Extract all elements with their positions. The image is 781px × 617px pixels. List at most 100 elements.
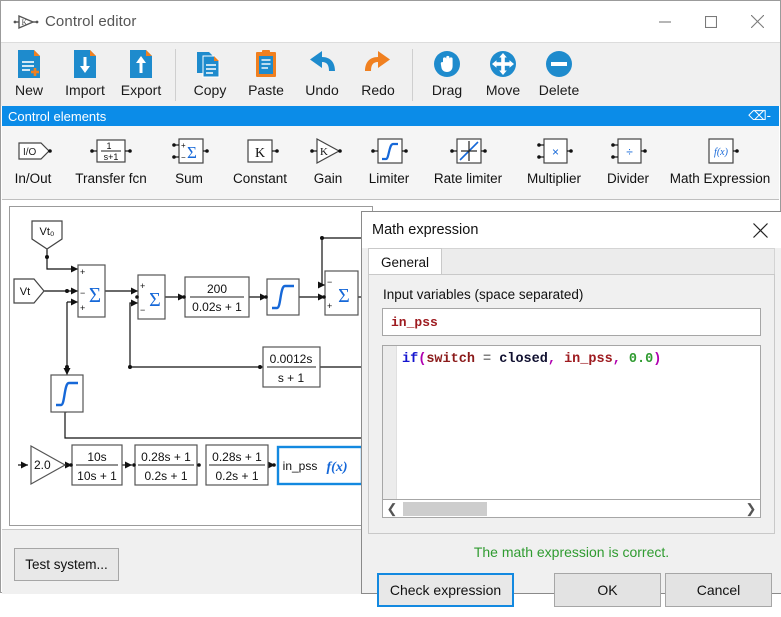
editor-horizontal-scrollbar[interactable]: ❮ ❯ <box>382 500 761 518</box>
svg-text:Vt₀: Vt₀ <box>40 226 55 238</box>
math-expression-block-selected: in_pss f(x) <box>276 445 364 486</box>
ok-button[interactable]: OK <box>554 573 661 607</box>
limiter-block-icon <box>363 131 415 171</box>
chevron-right-icon[interactable]: ❯ <box>742 501 760 517</box>
svg-text:×: × <box>552 145 559 159</box>
expression-editor[interactable]: if(switch = closed, in_pss, 0.0) <box>382 345 761 500</box>
sum-block-1: Σ + − + <box>77 264 106 318</box>
paste-button[interactable]: Paste <box>238 47 294 98</box>
palette-item-transfer-fcn[interactable]: 1 s+1 Transfer fcn <box>64 126 158 186</box>
palette-item-multiplier[interactable]: × Multiplier <box>514 126 594 186</box>
control-elements-header: Control elements ⌫‑ <box>2 106 779 126</box>
new-button[interactable]: New <box>1 47 57 98</box>
chevron-left-icon[interactable]: ❮ <box>383 501 401 517</box>
limiter-block-1 <box>266 278 300 316</box>
svg-text:0.0012s: 0.0012s <box>270 352 313 366</box>
copy-icon <box>194 47 226 81</box>
transfer-function-icon: 1 s+1 <box>83 131 139 171</box>
sum-block-2: Σ + − <box>137 274 166 320</box>
minimize-button[interactable] <box>642 1 688 42</box>
check-expression-button[interactable]: Check expression <box>377 573 514 607</box>
paste-label: Paste <box>248 82 284 98</box>
code-token-9: in_pss <box>564 352 613 367</box>
main-toolbar: New Import Export Copy Paste Undo Redo D… <box>1 42 780 106</box>
dialog-close-button[interactable] <box>739 212 781 248</box>
palette-item-math-expression[interactable]: f(x) Math Expression <box>662 126 778 186</box>
palette-item-gain[interactable]: K Gain <box>300 126 356 186</box>
block-diagram-canvas[interactable]: Vt₀ Vt Σ + − + Σ + − 200 0.02s + 1 Σ − +… <box>9 206 373 526</box>
code-token-8 <box>556 352 564 367</box>
delete-button[interactable]: Delete <box>531 47 587 98</box>
undo-arrow-icon <box>306 47 338 81</box>
delete-label: Delete <box>538 82 580 98</box>
palette-item-limiter[interactable]: Limiter <box>356 126 422 186</box>
test-system-button[interactable]: Test system... <box>14 548 119 581</box>
import-button[interactable]: Import <box>57 47 113 98</box>
drag-label: Drag <box>431 82 463 98</box>
export-button[interactable]: Export <box>113 47 169 98</box>
palette-label-constant: Constant <box>232 171 288 186</box>
washout-block: 10s 10s + 1 <box>71 444 123 486</box>
palette-item-rate-limiter[interactable]: Rate limiter <box>422 126 514 186</box>
math-expression-icon: f(x) <box>694 131 746 171</box>
svg-text:+: + <box>181 141 186 150</box>
svg-text:÷: ÷ <box>626 145 633 159</box>
copy-button[interactable]: Copy <box>182 47 238 98</box>
svg-text:+: + <box>140 281 145 291</box>
svg-text:0.02s + 1: 0.02s + 1 <box>192 300 242 314</box>
palette-item-constant[interactable]: K Constant <box>220 126 300 186</box>
svg-text:s+1: s+1 <box>104 152 119 162</box>
redo-arrow-icon <box>362 47 394 81</box>
gain-block: 2.0 <box>30 444 67 486</box>
svg-text:200: 200 <box>207 282 227 296</box>
svg-text:0.2s + 1: 0.2s + 1 <box>144 469 187 483</box>
block-diagram-svg: Vt₀ Vt Σ + − + Σ + − 200 0.02s + 1 Σ − +… <box>13 220 372 486</box>
expression-code-line: if(switch = closed, in_pss, 0.0) <box>402 352 661 367</box>
code-token-7: , <box>547 352 556 367</box>
input-variables-value: in_pss <box>391 314 438 330</box>
move-label: Move <box>485 82 521 98</box>
scrollbar-thumb[interactable] <box>403 501 487 516</box>
close-button[interactable] <box>734 1 780 42</box>
scrollbar-track[interactable] <box>401 501 742 517</box>
svg-text:0.28s + 1: 0.28s + 1 <box>141 450 191 464</box>
maximize-button[interactable] <box>688 1 734 42</box>
palette-item-in-out[interactable]: I/O In/Out <box>2 126 64 186</box>
svg-text:−: − <box>181 153 186 162</box>
redo-label: Redo <box>361 82 395 98</box>
svg-text:K: K <box>255 146 265 161</box>
svg-text:+: + <box>80 303 85 313</box>
gain-block-icon: K <box>11 10 41 34</box>
title-bar: K Control editor <box>1 1 780 42</box>
undo-button[interactable]: Undo <box>294 47 350 98</box>
input-variables-field[interactable]: in_pss <box>382 308 761 336</box>
copy-label: Copy <box>193 82 227 98</box>
paste-icon <box>250 47 282 81</box>
svg-text:0.2s + 1: 0.2s + 1 <box>215 469 258 483</box>
svg-text:0.28s + 1: 0.28s + 1 <box>212 450 262 464</box>
move-button[interactable]: Move <box>475 47 531 98</box>
move-arrows-icon <box>487 47 519 81</box>
pin-icon[interactable]: ⌫‑ <box>748 108 771 124</box>
dialog-tabstrip: General <box>368 248 775 275</box>
palette-label-transfer-fcn: Transfer fcn <box>75 171 147 186</box>
sum-block-3: Σ − + <box>324 270 359 316</box>
new-label: New <box>14 82 43 98</box>
palette-item-divider[interactable]: ÷ Divider <box>594 126 662 186</box>
tab-general[interactable]: General <box>368 248 443 275</box>
limiter-block-2 <box>50 374 84 413</box>
window-controls <box>642 1 780 42</box>
code-token-4: = <box>483 352 492 367</box>
palette-item-sum[interactable]: Σ + − Sum <box>158 126 220 186</box>
svg-text:K: K <box>22 18 28 27</box>
redo-button[interactable]: Redo <box>350 47 406 98</box>
rate-limiter-icon <box>442 131 494 171</box>
code-token-12: 0.0 <box>628 352 654 367</box>
input-variables-label: Input variables (space separated) <box>383 287 584 302</box>
control-elements-palette: I/O In/Out 1 s+1 Transfer fcn Σ + − Sum … <box>2 126 779 200</box>
palette-label-gain: Gain <box>313 171 343 186</box>
svg-text:s + 1: s + 1 <box>278 371 305 385</box>
drag-button[interactable]: Drag <box>419 47 475 98</box>
cancel-button[interactable]: Cancel <box>665 573 772 607</box>
import-file-icon <box>69 47 101 81</box>
